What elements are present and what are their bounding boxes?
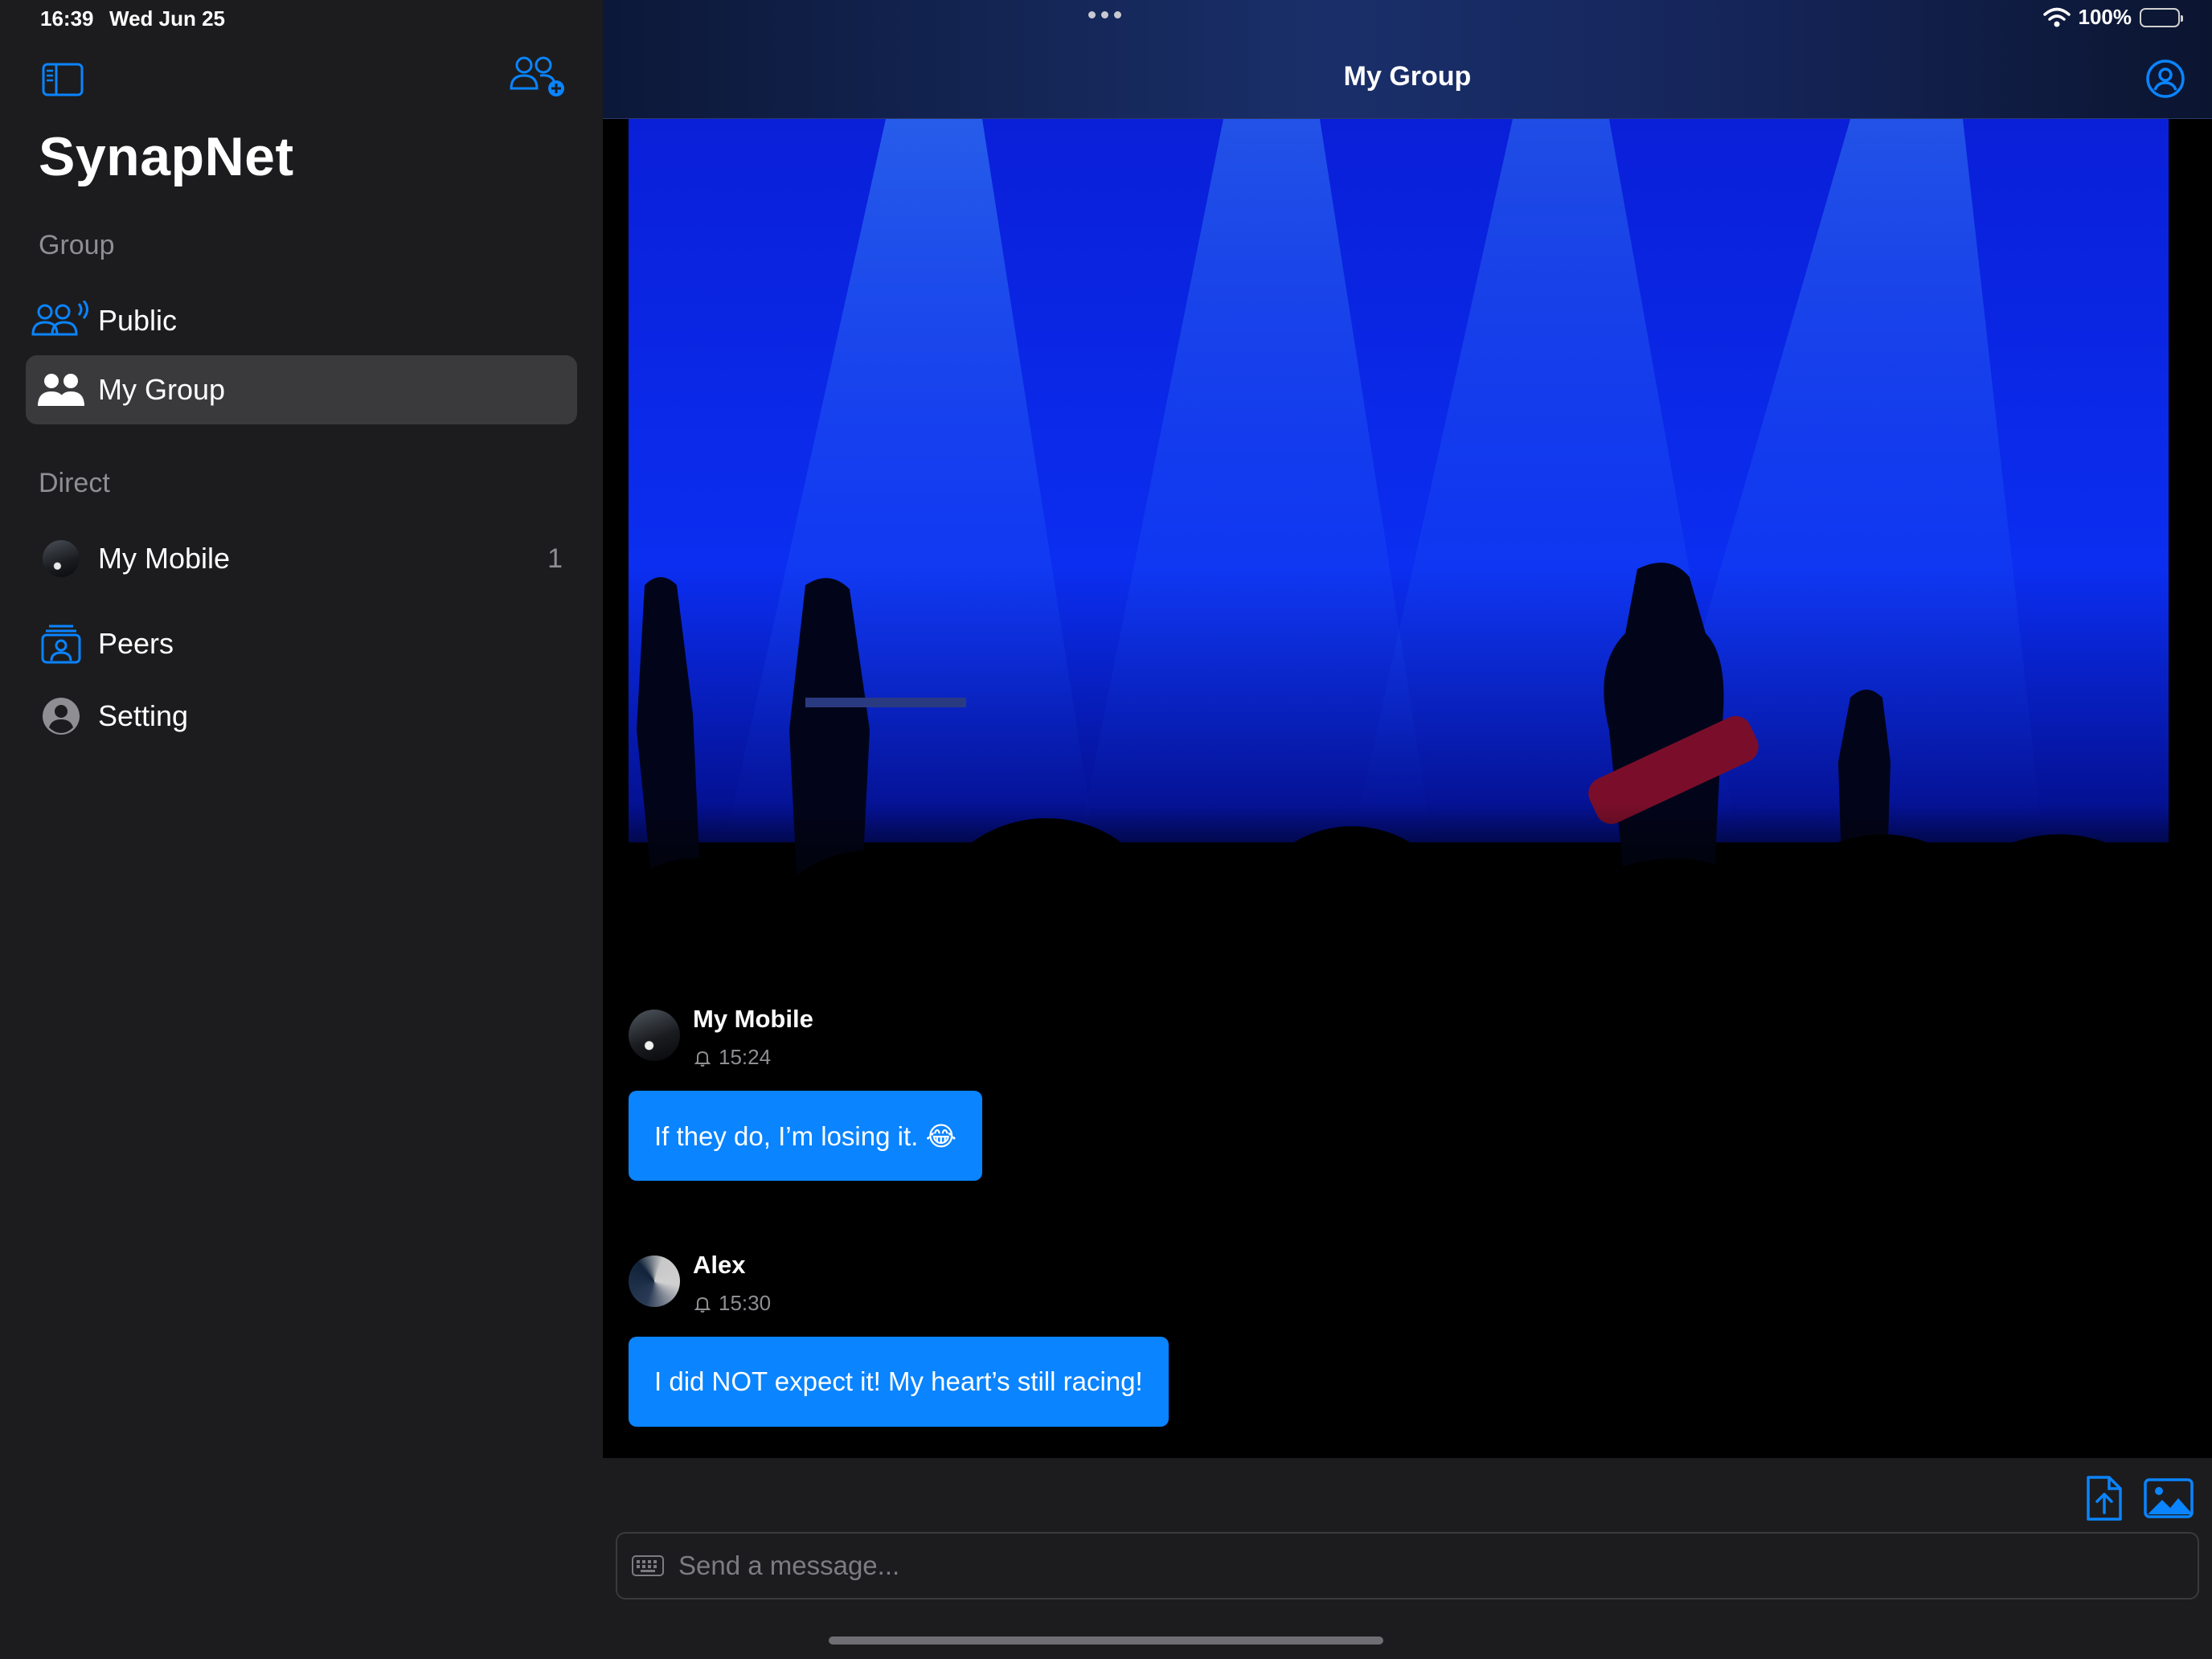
sidebar-item-label: Peers — [98, 627, 174, 660]
sidebar-toggle-icon[interactable] — [42, 63, 84, 96]
bell-icon — [694, 1051, 711, 1067]
sender-name: My Mobile — [693, 1005, 813, 1033]
add-group-icon[interactable] — [508, 55, 567, 98]
message-bubble[interactable]: If they do, I’m losing it. 😂 — [629, 1091, 983, 1181]
message-composer — [603, 1458, 2212, 1659]
sidebar-item-label: Public — [98, 304, 178, 337]
profile-icon[interactable] — [2144, 58, 2186, 100]
message-input[interactable] — [678, 1550, 2125, 1581]
section-label-direct: Direct — [39, 468, 110, 498]
status-date: Wed Jun 25 — [109, 6, 226, 31]
keyboard-icon — [632, 1555, 664, 1576]
public-broadcast-icon — [31, 299, 92, 342]
sidebar-item-peers[interactable]: Peers — [26, 609, 577, 678]
message-input-container[interactable] — [616, 1532, 2199, 1600]
multitasking-dots[interactable] — [1088, 11, 1121, 18]
sidebar-item-label: Setting — [98, 699, 189, 732]
sidebar-item-label: My Mobile — [98, 542, 231, 575]
home-indicator[interactable] — [829, 1636, 1383, 1645]
avatar — [31, 537, 92, 580]
sender-avatar[interactable] — [629, 1010, 680, 1061]
shared-photo[interactable] — [629, 119, 2169, 935]
sidebar: 16:39 Wed Jun 25 SynapNet Group Public M… — [0, 0, 603, 1659]
message-time: 15:24 — [693, 1045, 771, 1070]
sender-avatar[interactable] — [629, 1256, 680, 1307]
section-label-group: Group — [39, 230, 115, 260]
attach-file-icon[interactable] — [2085, 1474, 2124, 1522]
peers-icon — [31, 622, 92, 666]
unread-count-badge: 1 — [547, 543, 563, 574]
sidebar-item-setting[interactable]: Setting — [26, 682, 577, 751]
bell-icon — [694, 1296, 711, 1313]
sidebar-item-my-mobile[interactable]: My Mobile 1 — [26, 524, 577, 593]
chat-title: My Group — [1343, 61, 1472, 92]
group-icon — [31, 368, 92, 412]
sidebar-item-my-group[interactable]: My Group — [26, 355, 577, 424]
battery-icon — [2140, 7, 2183, 27]
attach-image-icon[interactable] — [2143, 1477, 2194, 1519]
app-title: SynapNet — [39, 126, 294, 187]
sidebar-item-label: My Group — [98, 373, 226, 406]
message-bubble[interactable]: I did NOT expect it! My heart’s still ra… — [629, 1337, 1169, 1427]
sender-name: Alex — [693, 1251, 746, 1279]
message-time-label: 15:24 — [719, 1045, 772, 1069]
person-circle-icon — [31, 694, 92, 738]
sidebar-item-public[interactable]: Public — [26, 286, 577, 355]
wifi-icon — [2042, 7, 2071, 27]
message-time: 15:30 — [693, 1291, 771, 1316]
chat-header: My Group — [603, 0, 2212, 119]
status-time: 16:39 — [40, 6, 94, 31]
message-time-label: 15:30 — [719, 1291, 772, 1315]
battery-percent: 100% — [2078, 5, 2132, 29]
status-indicators: 100% — [2042, 5, 2183, 30]
